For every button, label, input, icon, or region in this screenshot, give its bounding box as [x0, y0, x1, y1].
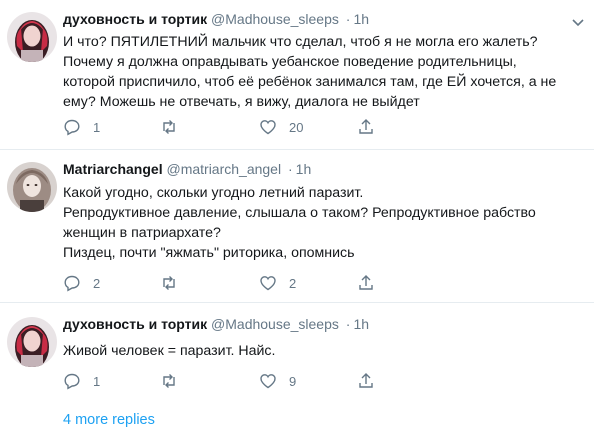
reply-icon	[64, 373, 80, 390]
user-handle[interactable]: @matriarch_angel	[166, 161, 281, 177]
separator: ·	[345, 316, 351, 332]
tweet-actions: 1 9	[63, 371, 393, 391]
separator: ·	[345, 11, 351, 27]
share-icon	[359, 275, 373, 290]
tweet-actions: 2 2	[63, 273, 393, 293]
like-button[interactable]: 9	[259, 371, 296, 391]
tweet[interactable]: Matriarchangel @matriarch_angel · 1h Како…	[0, 150, 594, 300]
like-count: 9	[289, 373, 297, 389]
share-button[interactable]	[357, 371, 375, 391]
avatar[interactable]	[7, 317, 57, 367]
tweet[interactable]: духовность и тортик @Madhouse_sleeps · 1h…	[0, 305, 594, 410]
tweet-text: Какой угодно, скольки угодно летний пара…	[63, 185, 536, 261]
retweet-icon	[163, 120, 175, 134]
divider	[0, 302, 594, 303]
display-name[interactable]: духовность и тортик	[63, 316, 207, 332]
like-count: 2	[289, 275, 297, 291]
retweet-icon	[163, 374, 175, 388]
like-icon	[260, 276, 276, 291]
retweet-button[interactable]	[160, 117, 190, 137]
like-icon	[260, 120, 276, 135]
share-button[interactable]	[357, 273, 375, 293]
display-name[interactable]: Matriarchangel	[63, 161, 163, 177]
avatar[interactable]	[7, 12, 57, 62]
share-icon	[359, 119, 373, 134]
retweet-button[interactable]	[160, 273, 190, 293]
reply-button[interactable]: 2	[63, 273, 100, 293]
tweet-text: И что? ПЯТИЛЕТНИЙ мальчик что сделал, чт…	[63, 34, 557, 110]
chevron-down-icon[interactable]	[570, 14, 586, 30]
tweet[interactable]: духовность и тортик @Madhouse_sleeps · 1h…	[0, 0, 594, 150]
retweet-button[interactable]	[160, 371, 190, 391]
retweet-icon	[163, 276, 175, 290]
reply-button[interactable]: 1	[63, 371, 100, 391]
like-button[interactable]: 20	[259, 117, 303, 137]
display-name[interactable]: духовность и тортик	[63, 11, 207, 27]
avatar[interactable]	[7, 162, 57, 212]
timestamp[interactable]: 1h	[353, 11, 369, 27]
share-button[interactable]	[357, 117, 375, 137]
like-button[interactable]: 2	[259, 273, 296, 293]
tweet-header: духовность и тортик @Madhouse_sleeps · 1h	[63, 11, 369, 27]
reply-button[interactable]: 1	[63, 117, 100, 137]
separator: ·	[287, 161, 293, 177]
tweet-header: духовность и тортик @Madhouse_sleeps · 1h	[63, 316, 369, 332]
user-handle[interactable]: @Madhouse_sleeps	[211, 316, 339, 332]
share-icon	[359, 373, 373, 388]
timestamp[interactable]: 1h	[353, 316, 369, 332]
more-replies-link[interactable]: 4 more replies	[63, 412, 155, 428]
like-icon	[260, 374, 276, 389]
reply-icon	[64, 119, 80, 136]
like-count: 20	[289, 119, 304, 135]
reply-icon	[64, 275, 80, 292]
timestamp[interactable]: 1h	[296, 161, 312, 177]
tweet-text: Живой человек = паразит. Найс.	[63, 343, 276, 359]
tweet-actions: 1 20	[63, 117, 393, 137]
reply-count: 1	[93, 373, 101, 389]
tweet-header: Matriarchangel @matriarch_angel · 1h	[63, 161, 311, 177]
reply-count: 1	[93, 119, 101, 135]
reply-count: 2	[93, 275, 101, 291]
user-handle[interactable]: @Madhouse_sleeps	[211, 11, 339, 27]
